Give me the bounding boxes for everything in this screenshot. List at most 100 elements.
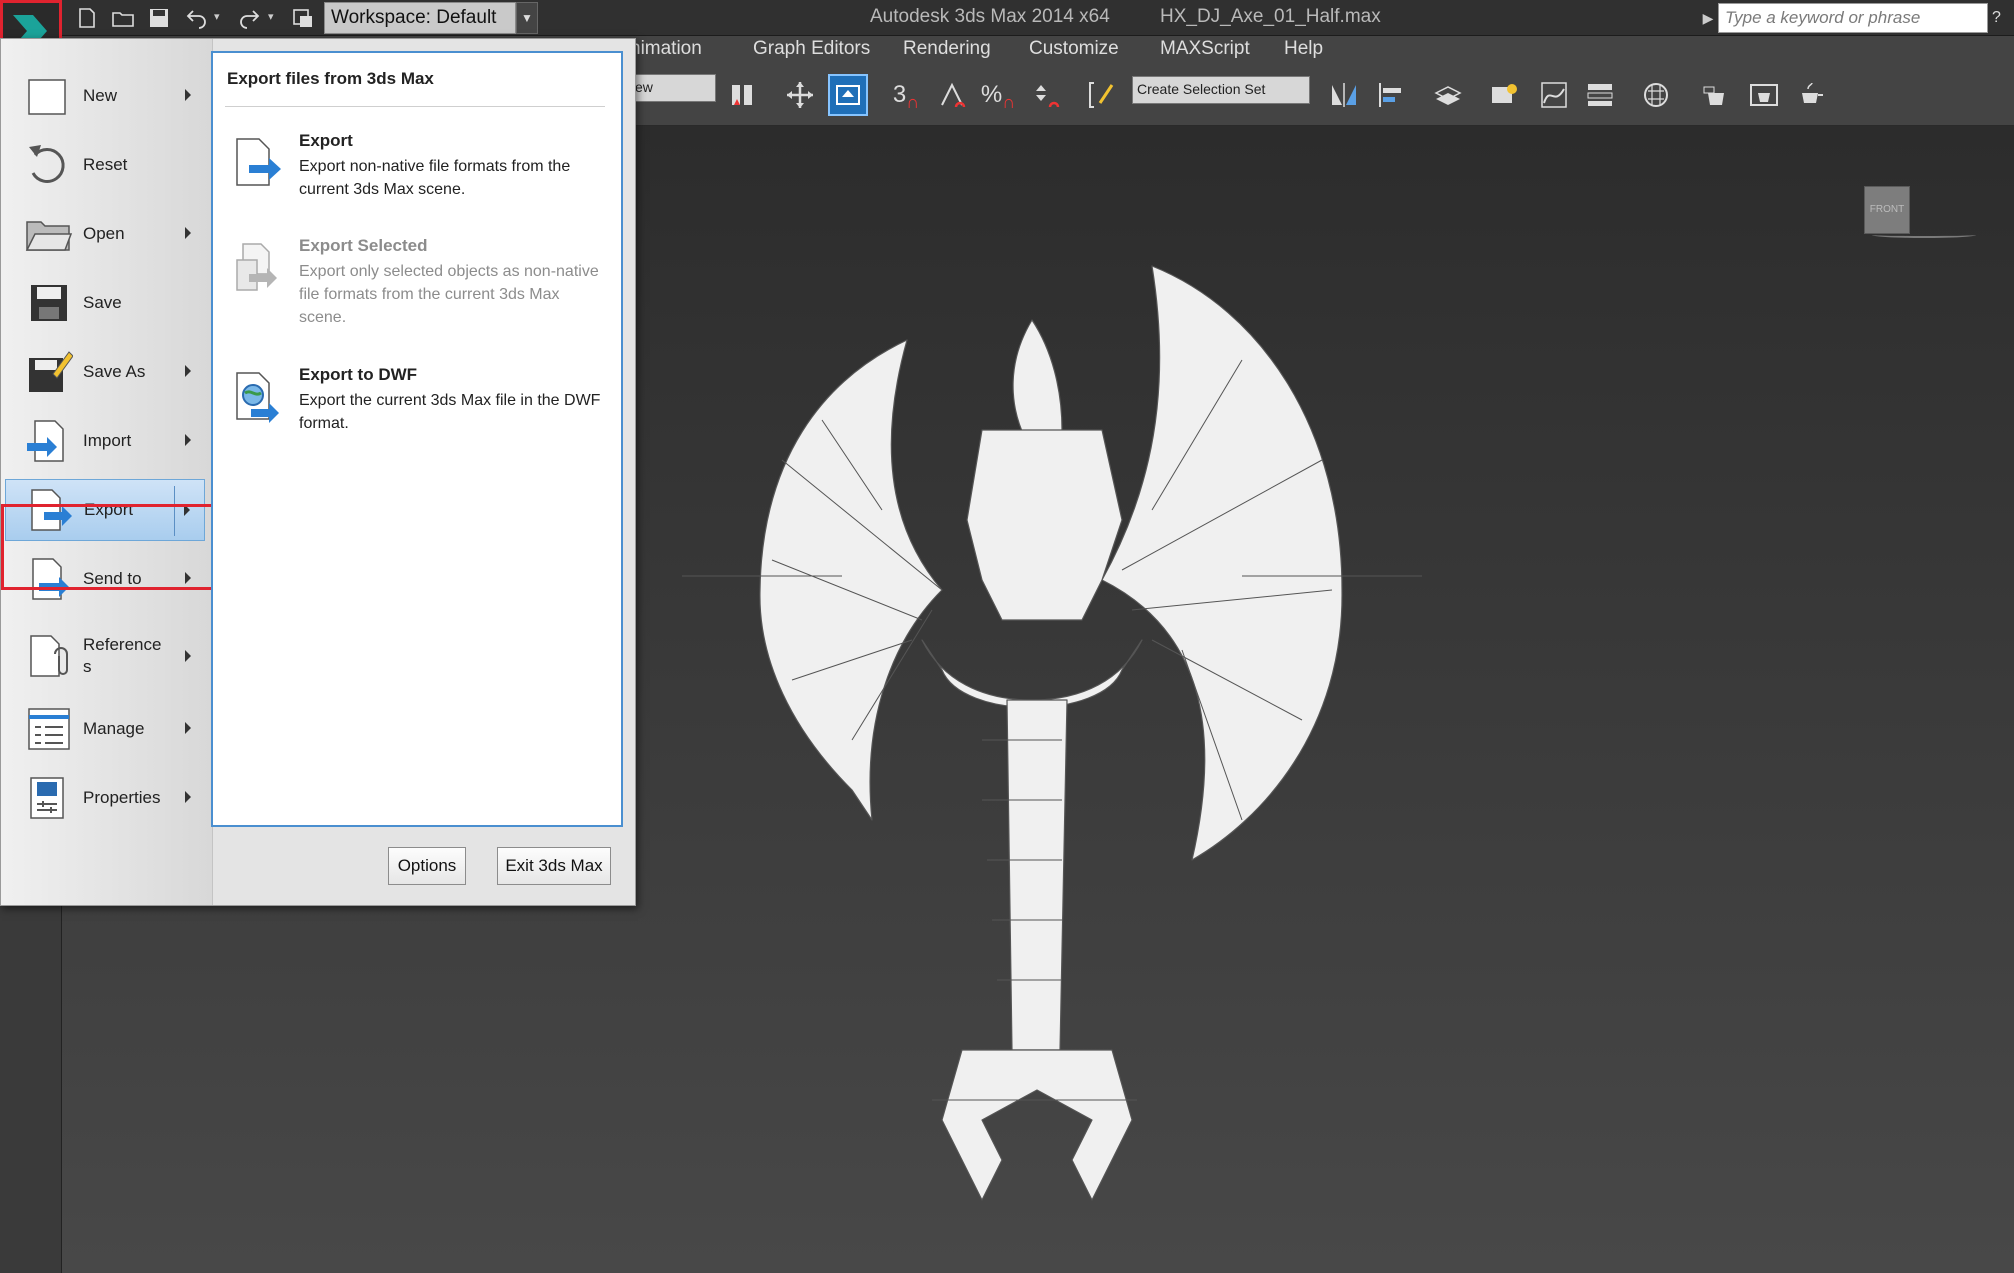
render-production-icon[interactable] bbox=[1792, 74, 1832, 116]
search-input[interactable]: Type a keyword or phrase bbox=[1718, 3, 1988, 33]
quick-access-dropdown-icon[interactable]: ▼ bbox=[516, 2, 538, 34]
export-highlight-annotation bbox=[1, 504, 217, 590]
reset-icon bbox=[29, 145, 65, 183]
export-submenu: Export files from 3ds Max Export Export … bbox=[211, 51, 623, 827]
submenu-arrow-icon bbox=[185, 650, 191, 662]
rendered-frame-window-icon[interactable] bbox=[1744, 74, 1784, 116]
menu-item-label: Properties bbox=[83, 788, 161, 807]
viewcube-compass-ring[interactable] bbox=[1872, 232, 1976, 238]
export-dwf-icon bbox=[236, 372, 279, 423]
menu-item-save[interactable]: Save bbox=[5, 272, 205, 334]
search-expand-icon[interactable]: ▶ bbox=[1700, 4, 1716, 32]
exit-3ds-max-button[interactable]: Exit 3ds Max bbox=[497, 847, 611, 885]
project-folder-icon[interactable] bbox=[286, 3, 320, 33]
curve-editor-icon[interactable] bbox=[1534, 74, 1574, 116]
reference-coordinate-dropdown[interactable]: ew bbox=[632, 74, 716, 102]
application-menu: New Reset Open Save Save As Import Expor… bbox=[0, 38, 636, 906]
angle-snap-icon[interactable] bbox=[932, 74, 972, 116]
snap-3-label: 3 bbox=[892, 81, 907, 108]
snap-toggle-icon[interactable]: 3 ∩ bbox=[886, 74, 926, 116]
options-button[interactable]: Options bbox=[388, 847, 466, 885]
spinner-snap-icon[interactable] bbox=[1026, 74, 1066, 116]
selection-filter-icon[interactable] bbox=[722, 74, 762, 116]
move-pivot-icon[interactable] bbox=[780, 74, 820, 116]
named-selection-set-dropdown[interactable]: Create Selection Set bbox=[1132, 76, 1310, 104]
help-icon[interactable]: ? bbox=[1992, 3, 2014, 33]
menu-item-import[interactable]: Import bbox=[5, 410, 205, 472]
submenu-arrow-icon bbox=[185, 89, 191, 101]
undo-icon[interactable] bbox=[180, 3, 214, 33]
menu-graph-editors[interactable]: Graph Editors bbox=[753, 38, 870, 60]
align-icon[interactable] bbox=[1372, 74, 1412, 116]
menu-item-reset[interactable]: Reset bbox=[5, 134, 205, 196]
menu-item-label: Save bbox=[83, 293, 122, 312]
submenu-arrow-icon bbox=[185, 722, 191, 734]
menu-item-label: Save As bbox=[83, 362, 146, 381]
submenu-divider bbox=[225, 106, 605, 107]
menu-customize[interactable]: Customize bbox=[1029, 38, 1119, 60]
redo-dropdown-icon[interactable]: ▾ bbox=[268, 10, 274, 23]
new-document-icon bbox=[28, 79, 66, 115]
workspace-dropdown[interactable]: Workspace: Default bbox=[324, 2, 516, 34]
new-file-icon[interactable] bbox=[70, 3, 104, 33]
menu-item-new[interactable]: New bbox=[5, 65, 205, 127]
submenu-entry-title: Export to DWF bbox=[299, 365, 418, 384]
application-menu-commands: New Reset Open Save Save As Import Expor… bbox=[1, 39, 213, 905]
undo-dropdown-icon[interactable]: ▾ bbox=[214, 10, 220, 23]
save-disk-icon bbox=[31, 285, 67, 321]
viewcube-front[interactable]: FRONT bbox=[1864, 186, 1910, 234]
submenu-entry-description: Export only selected objects as non-nati… bbox=[299, 263, 599, 326]
redo-icon[interactable] bbox=[232, 3, 266, 33]
file-name: HX_DJ_Axe_01_Half.max bbox=[1160, 6, 1381, 27]
submenu-entry-export-selected: Export Selected Export only selected obj… bbox=[233, 236, 609, 336]
layer-manager-icon[interactable] bbox=[1428, 74, 1468, 116]
menu-item-label: Open bbox=[83, 224, 125, 243]
percent-snap-icon[interactable]: % ∩ bbox=[978, 74, 1018, 116]
submenu-entry-export[interactable]: Export Export non-native file formats fr… bbox=[233, 131, 609, 207]
material-editor-icon[interactable] bbox=[1636, 74, 1676, 116]
submenu-arrow-icon bbox=[185, 365, 191, 377]
app-title: Autodesk 3ds Max 2014 x64 bbox=[870, 6, 1110, 27]
scene-explorer-icon[interactable] bbox=[1484, 74, 1524, 116]
menu-item-label: Reference s bbox=[83, 635, 162, 676]
axe-mesh-model[interactable] bbox=[682, 260, 1502, 1260]
render-setup-icon[interactable] bbox=[1696, 74, 1736, 116]
export-icon bbox=[236, 138, 281, 186]
submenu-heading: Export files from 3ds Max bbox=[227, 69, 434, 88]
submenu-entry-description: Export non-native file formats from the … bbox=[299, 158, 571, 198]
schematic-view-icon[interactable] bbox=[1580, 74, 1620, 116]
menu-help[interactable]: Help bbox=[1284, 38, 1323, 60]
submenu-arrow-icon bbox=[185, 791, 191, 803]
percent-snap-label: % bbox=[980, 81, 1003, 108]
menu-maxscript[interactable]: MAXScript bbox=[1160, 38, 1250, 60]
menu-item-label: New bbox=[83, 86, 118, 105]
open-folder-icon bbox=[25, 221, 73, 251]
menu-rendering[interactable]: Rendering bbox=[903, 38, 991, 60]
menu-item-references[interactable]: Reference s bbox=[5, 621, 205, 691]
submenu-entry-export-to-dwf[interactable]: Export to DWF Export the current 3ds Max… bbox=[233, 365, 609, 441]
menu-item-label: Manage bbox=[83, 719, 145, 738]
menu-item-properties[interactable]: Properties bbox=[5, 767, 205, 829]
open-folder-icon[interactable] bbox=[106, 3, 140, 33]
manage-icon bbox=[28, 708, 70, 750]
menu-item-open[interactable]: Open bbox=[5, 203, 205, 265]
references-icon bbox=[30, 635, 68, 677]
menu-animation[interactable]: nimation bbox=[630, 38, 702, 60]
title-bar: ▾ ▾ Workspace: Default ▼ Autodesk 3ds Ma… bbox=[0, 0, 2014, 36]
save-disk-icon[interactable] bbox=[142, 3, 176, 33]
submenu-entry-title: Export bbox=[299, 131, 353, 150]
import-icon bbox=[27, 420, 64, 462]
select-manipulate-icon[interactable] bbox=[828, 74, 868, 116]
mirror-icon[interactable] bbox=[1324, 74, 1364, 116]
edit-named-selection-icon[interactable] bbox=[1080, 74, 1120, 116]
menu-item-save-as[interactable]: Save As bbox=[5, 341, 205, 403]
save-as-icon bbox=[29, 351, 73, 392]
menu-item-label: Import bbox=[83, 431, 132, 450]
submenu-entry-title: Export Selected bbox=[299, 236, 428, 255]
submenu-entry-description: Export the current 3ds Max file in the D… bbox=[299, 392, 601, 432]
menu-item-manage[interactable]: Manage bbox=[5, 698, 205, 760]
properties-icon bbox=[30, 777, 64, 819]
menu-item-label: Reset bbox=[83, 155, 128, 174]
submenu-arrow-icon bbox=[185, 434, 191, 446]
export-selected-icon bbox=[236, 243, 277, 291]
